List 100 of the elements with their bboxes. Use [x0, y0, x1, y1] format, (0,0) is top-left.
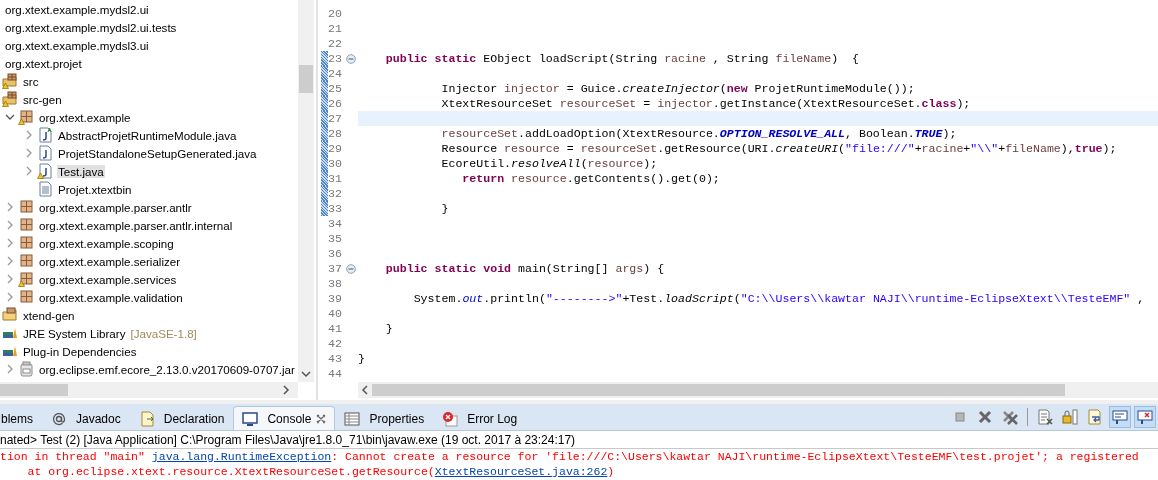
scrollbar-thumb[interactable] [372, 384, 1065, 396]
folder-icon [2, 307, 18, 323]
package-icon [18, 199, 34, 215]
line-number: 21 [328, 22, 343, 35]
tree-item[interactable]: org.xtext.example.parser.antlr.internal [38, 218, 234, 232]
line-number: 31 [328, 172, 343, 185]
java-abstract-icon [37, 127, 53, 143]
code-line: } [384, 322, 393, 335]
line-number: 41 [328, 322, 343, 335]
view-tab[interactable]: Declaration [129, 406, 234, 430]
tree-item[interactable]: org.xtext.example.scoping [38, 236, 175, 250]
line-number: 34 [328, 217, 343, 230]
console-line: at org.eclipse.xtext.resource.XtextResourceSet.getResource(XtextResourceSet.java:262) [26, 464, 616, 479]
package-icon [18, 217, 34, 233]
tree-item[interactable]: org.eclipse.emf.ecore_2.13.0.v20170609-0707.jar [38, 362, 296, 376]
collapse-icon[interactable] [346, 53, 356, 64]
code-line: Resource resource = resourceSet.getResource(URI.createURI("file:///"+racine+"\\"+fileName),true); [440, 142, 1117, 155]
code-line: Injector injector = Guice.createInjector(new ProjetRuntimeModule()); [440, 82, 915, 95]
line-number: 30 [328, 157, 343, 170]
line-number: 20 [328, 7, 343, 20]
text-file-icon [37, 181, 53, 197]
tree-item[interactable]: org.xtext.example.mydsl3.ui [4, 38, 150, 52]
tree-item[interactable]: org.xtext.projet [4, 56, 83, 70]
tree-item[interactable]: AbstractProjetRuntimeModule.java [57, 128, 238, 142]
line-number: 28 [328, 127, 343, 140]
table-icon [344, 410, 361, 427]
scroll-right-icon[interactable] [282, 385, 290, 395]
code-line: return resource.getContents().get(0); [461, 172, 720, 185]
code-line: System.out.println("-------->"+Test.loadScript("C:\\Users\\kawtar NAJI\\runtime-EclipseXtext\\TesteEMF" , [412, 292, 1145, 305]
tree-item[interactable]: src-gen [22, 92, 63, 106]
code-line: XtextResourceSet resourceSet = injector.getInstance(XtextResourceSet.class); [440, 97, 971, 110]
line-number: 36 [328, 247, 343, 260]
line-number: 29 [328, 142, 343, 155]
view-tab[interactable]: Properties [335, 406, 434, 430]
jar-icon [18, 361, 34, 377]
declaration-icon [138, 410, 155, 427]
line-number: 23 [328, 52, 343, 65]
code-line: resourceSet.addLoadOption(XtextResource.OPTION_RESOLVE_ALL, Boolean.TRUE); [440, 127, 957, 140]
tree-item[interactable]: Test.java [57, 164, 105, 178]
tree-item[interactable]: src [22, 74, 40, 88]
line-number: 24 [328, 67, 343, 80]
close-icon[interactable] [316, 413, 327, 424]
line-number: 27 [328, 112, 343, 125]
tree-item[interactable]: org.xtext.example.serializer [38, 254, 182, 268]
line-number: 38 [328, 277, 343, 290]
view-tab[interactable]: Error Log [433, 406, 527, 430]
tree-item[interactable]: JRE System Library [22, 326, 127, 340]
tree-item[interactable]: org.xtext.example.services [38, 272, 178, 286]
package-icon [18, 235, 34, 251]
line-number: 44 [328, 367, 343, 380]
tree-item[interactable]: org.xtext.example.mydsl2.ui [4, 2, 150, 16]
console-link[interactable]: java.lang.RuntimeException [151, 450, 332, 463]
view-tab[interactable]: blems [0, 406, 42, 430]
tree-item[interactable]: org.xtext.example.validation [38, 290, 184, 304]
collapse-icon[interactable] [346, 263, 356, 274]
at-sign-icon [51, 410, 67, 427]
tree-item[interactable]: org.xtext.example [38, 110, 132, 124]
console-link[interactable]: XtextResourceSet.java:262 [434, 465, 608, 478]
code-line: public static void main(String[] args) { [384, 262, 665, 275]
code-line: } [358, 352, 365, 365]
scroll-lock-icon[interactable] [1059, 406, 1081, 428]
code-line: public static EObject loadScript(String racine , String fileName) { [384, 52, 859, 65]
scrollbar-thumb[interactable] [299, 65, 313, 93]
console-icon [242, 410, 259, 427]
tree-item[interactable]: xtend-gen [22, 308, 76, 322]
pin-console-icon[interactable] [1109, 406, 1131, 428]
line-number: 26 [328, 97, 343, 110]
java-file-icon [37, 145, 53, 161]
horizontal-scrollbar[interactable] [358, 382, 1158, 398]
vertical-scrollbar[interactable] [298, 0, 314, 382]
view-tab[interactable]: Javadoc [42, 406, 130, 430]
tree-item[interactable]: org.xtext.example.parser.antlr [38, 200, 193, 214]
package-icon [18, 289, 34, 305]
line-number: 43 [328, 352, 343, 365]
scroll-left-icon[interactable] [361, 385, 369, 395]
line-number: 37 [328, 262, 343, 275]
tree-item[interactable]: Plug-in Dependencies [22, 344, 138, 358]
error-log-icon [442, 410, 459, 427]
scrollbar-thumb[interactable] [0, 384, 68, 396]
tree-item[interactable]: ProjetStandaloneSetupGenerated.java [57, 146, 258, 160]
line-number: 35 [328, 232, 343, 245]
view-tab[interactable]: Console [233, 406, 336, 430]
line-number: 32 [328, 187, 343, 200]
line-number: 40 [328, 307, 343, 320]
line-number: 42 [328, 337, 343, 350]
line-number: 22 [328, 37, 343, 50]
tree-item[interactable]: Projet.xtextbin [57, 182, 133, 196]
line-number: 39 [328, 292, 343, 305]
tree-item[interactable]: org.xtext.example.mydsl2.ui.tests [4, 20, 178, 34]
console-header: nated> Test (2) [Java Application] C:\Program Files\Java\jre1.8.0_71\bin\javaw.exe (19 oct. 2017 à 23:24:17) [0, 432, 576, 447]
scroll-down-icon[interactable] [301, 370, 311, 378]
code-line: EcoreUtil.resolveAll(resource); [440, 157, 658, 170]
line-number: 25 [328, 82, 343, 95]
package-icon [18, 253, 34, 269]
line-number: 33 [328, 202, 343, 215]
horizontal-scrollbar[interactable] [0, 382, 298, 398]
console-line: tion in thread "main" java.lang.RuntimeException: Cannot create a resource for 'file:///C:\Users\kawtar NAJI\runtime-EclipseXtext\TesteEMF\test.projet'; a registered [0, 449, 1140, 464]
code-line: } [440, 202, 449, 215]
tree-item-decoration: [JavaSE-1.8] [130, 326, 197, 340]
error-console-icon[interactable] [1134, 406, 1156, 428]
